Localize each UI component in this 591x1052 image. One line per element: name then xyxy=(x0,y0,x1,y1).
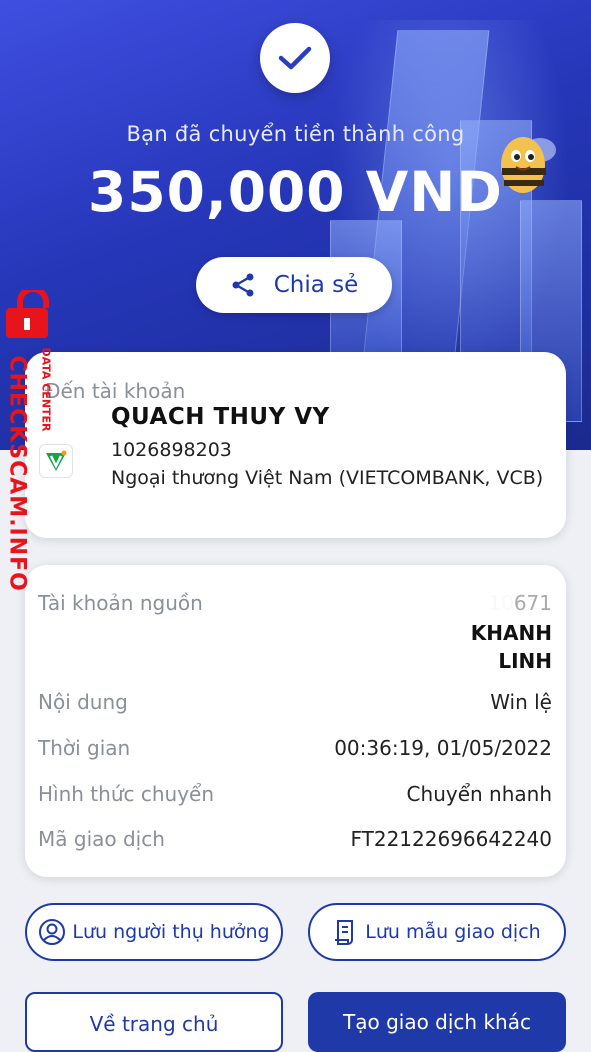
success-check-icon xyxy=(260,23,330,93)
transaction-code-row: Mã giao dịch FT22122696642240 xyxy=(38,824,552,854)
new-transaction-button[interactable]: Tạo giao dịch khác xyxy=(308,992,566,1052)
method-row: Hình thức chuyển Chuyển nhanh xyxy=(38,779,552,809)
transaction-code-label: Mã giao dịch xyxy=(38,827,165,851)
share-button[interactable]: Chia sẻ xyxy=(196,257,392,313)
save-payee-button[interactable]: Lưu người thụ hưởng xyxy=(25,903,283,961)
time-label: Thời gian xyxy=(38,736,131,760)
content-label: Nội dung xyxy=(38,690,128,714)
lock-icon xyxy=(6,290,49,338)
recipient-account-number: 1026898203 xyxy=(111,439,232,461)
source-account-label: Tài khoản nguồn xyxy=(38,591,203,615)
home-label: Về trang chủ xyxy=(89,1012,219,1036)
user-icon xyxy=(39,919,66,945)
recipient-name: QUACH THUY VY xyxy=(111,404,330,430)
source-account-name: KHANH LINH xyxy=(471,619,552,675)
transaction-code-value: FT22122696642240 xyxy=(350,827,552,851)
source-name-line1: KHANH xyxy=(470,621,552,645)
recipient-card: Đến tài khoản QUACH THUY VY 1026898203 N… xyxy=(25,352,566,538)
content-row: Nội dung Win lệ xyxy=(38,687,552,717)
content-value: Win lệ xyxy=(490,690,552,714)
recipient-bank: Ngoại thương Việt Nam (VIETCOMBANK, VCB) xyxy=(111,467,544,489)
bee-mascot-icon xyxy=(490,120,560,210)
save-template-label: Lưu mẫu giao dịch xyxy=(365,921,541,943)
recipient-label: Đến tài khoản xyxy=(45,379,186,403)
save-template-button[interactable]: Lưu mẫu giao dịch xyxy=(308,903,566,961)
share-icon xyxy=(232,273,254,297)
method-value: Chuyển nhanh xyxy=(406,782,552,806)
save-payee-label: Lưu người thụ hưởng xyxy=(72,921,270,943)
transaction-details-card: Tài khoản nguồn 10671 KHANH LINH Nội dun… xyxy=(25,565,566,877)
time-value: 00:36:19, 01/05/2022 xyxy=(334,736,552,760)
new-transaction-label: Tạo giao dịch khác xyxy=(343,1010,531,1034)
method-label: Hình thức chuyển xyxy=(38,782,215,806)
redaction-mask xyxy=(425,587,515,617)
home-button[interactable]: Về trang chủ xyxy=(25,992,283,1052)
time-row: Thời gian 00:36:19, 01/05/2022 xyxy=(38,733,552,763)
watermark-sub: DATA CENTER xyxy=(39,347,53,432)
watermark-text: CHECKSCAM.INFO xyxy=(4,355,30,592)
vietcombank-logo-icon xyxy=(39,444,73,478)
share-label: Chia sẻ xyxy=(273,272,359,298)
source-name-line2: LINH xyxy=(498,649,552,673)
document-icon xyxy=(335,920,354,945)
